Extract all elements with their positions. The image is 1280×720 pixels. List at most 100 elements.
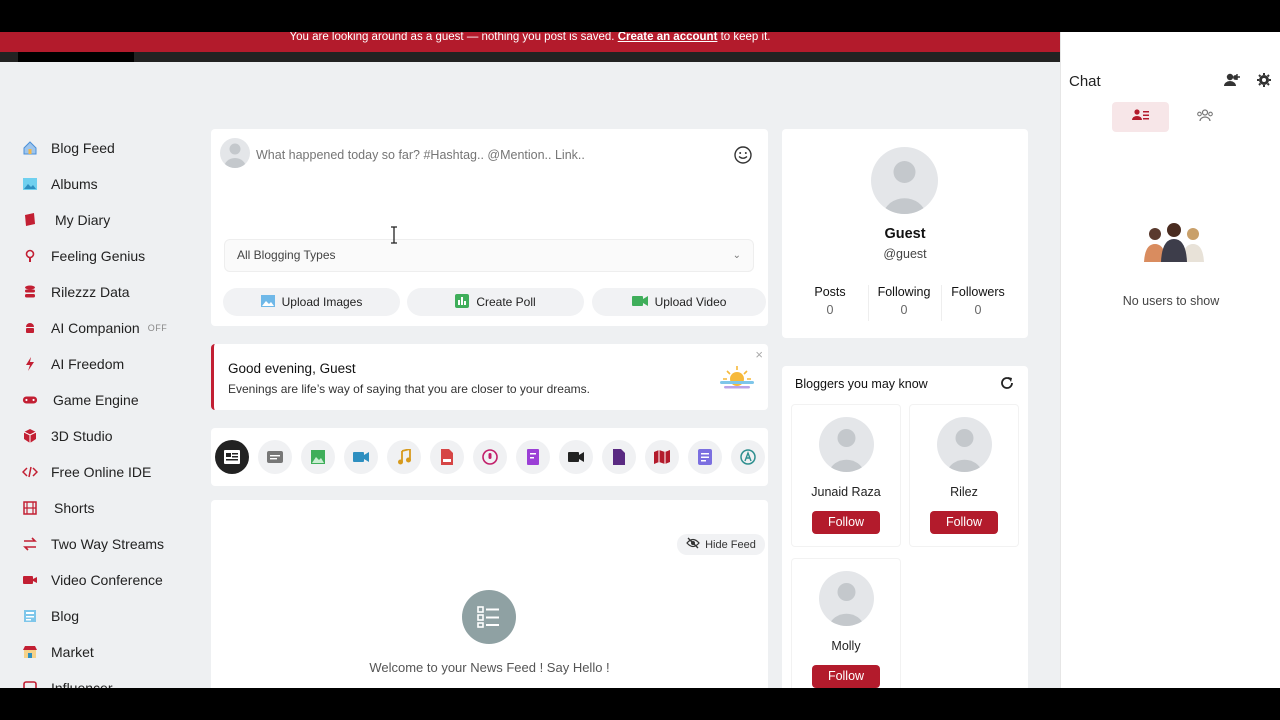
profile-handle: @guest <box>883 247 927 261</box>
tab-groups[interactable] <box>1176 102 1233 132</box>
audio-post-icon[interactable] <box>473 440 507 474</box>
stat-value: 0 <box>974 303 982 317</box>
profile-name: Guest <box>884 226 926 242</box>
contacts-icon <box>1131 108 1150 127</box>
upload-video-button[interactable]: Upload Video <box>592 288 766 316</box>
blogging-type-select[interactable]: All Blogging Types ⌄ <box>224 239 754 272</box>
pdf-post-icon[interactable] <box>430 440 464 474</box>
stat-following[interactable]: Following 0 <box>867 285 941 317</box>
clip-post-icon[interactable] <box>559 440 593 474</box>
sidebar-item-feeling-genius[interactable]: Feeling Genius <box>0 238 200 274</box>
bloggers-title: Bloggers you may know <box>795 377 928 391</box>
influencer-icon <box>22 680 38 688</box>
post-input[interactable] <box>256 145 716 165</box>
gamepad-icon <box>22 392 38 408</box>
avatar[interactable] <box>819 571 874 626</box>
top-header: You are looking around as a guest — noth… <box>0 32 1060 62</box>
sidebar-item-video-conference[interactable]: Video Conference <box>0 562 200 598</box>
sidebar-item-blog[interactable]: Blog <box>0 598 200 634</box>
news-feed: Welcome to your News Feed ! Say Hello ! <box>211 500 768 688</box>
blogger-card: Molly Follow <box>791 558 901 688</box>
avatar[interactable] <box>819 417 874 472</box>
stat-value: 0 <box>826 303 834 317</box>
sidebar-item-albums[interactable]: Albums <box>0 166 200 202</box>
stat-label: Following <box>877 285 931 299</box>
logo[interactable] <box>18 52 134 62</box>
follow-button[interactable]: Follow <box>930 511 998 534</box>
sidebar-item-label: Shorts <box>54 500 95 516</box>
blogger-name[interactable]: Rilez <box>910 485 1018 499</box>
sidebar-item-ai-freedom[interactable]: AI Freedom <box>0 346 200 382</box>
market-icon <box>22 644 38 660</box>
image-icon <box>260 294 275 311</box>
create-poll-button[interactable]: Create Poll <box>407 288 584 316</box>
sidebar-item-blog-feed[interactable]: Blog Feed <box>0 130 200 166</box>
eye-off-icon <box>686 537 700 552</box>
screen: You are looking around as a guest — noth… <box>0 0 1280 720</box>
refresh-icon[interactable] <box>1000 376 1016 392</box>
code-icon <box>22 464 38 480</box>
sidebar-item-rilezzz-data[interactable]: Rilezzz Data <box>0 274 200 310</box>
doc-post-icon[interactable] <box>516 440 550 474</box>
file-post-icon[interactable] <box>602 440 636 474</box>
follow-button[interactable]: Follow <box>812 511 880 534</box>
close-icon[interactable]: × <box>755 347 763 362</box>
upload-images-button[interactable]: Upload Images <box>223 288 400 316</box>
database-icon <box>22 284 38 300</box>
map-post-icon[interactable] <box>645 440 679 474</box>
article-post-icon[interactable] <box>688 440 722 474</box>
news-feed-icon <box>462 590 516 644</box>
post-type-filters <box>211 428 768 486</box>
upload-video-label: Upload Video <box>654 295 727 309</box>
gear-icon[interactable] <box>1256 72 1274 90</box>
hide-feed-button[interactable]: Hide Feed <box>677 534 765 555</box>
bulb-icon <box>22 248 38 264</box>
video-icon <box>631 295 648 310</box>
video-post-icon[interactable] <box>344 440 378 474</box>
film-icon <box>22 500 38 516</box>
emoji-icon[interactable] <box>733 145 753 165</box>
sidebar-item-label: Video Conference <box>51 572 163 588</box>
stat-posts[interactable]: Posts 0 <box>793 285 867 317</box>
sidebar: Blog Feed Albums My Diary Feeling Genius… <box>0 130 200 688</box>
music-post-icon[interactable] <box>387 440 421 474</box>
greeting-message: Evenings are life’s way of saying that y… <box>228 382 590 396</box>
arrows-icon <box>22 536 38 552</box>
sidebar-item-game-engine[interactable]: Game Engine <box>0 382 200 418</box>
ai-post-icon[interactable] <box>731 440 765 474</box>
add-user-icon[interactable] <box>1223 72 1241 90</box>
all-posts-icon[interactable] <box>215 440 249 474</box>
feed-welcome-message: Welcome to your News Feed ! Say Hello ! <box>369 660 610 675</box>
sidebar-item-market[interactable]: Market <box>0 634 200 670</box>
sidebar-item-ai-companion[interactable]: AI Companion OFF <box>0 310 200 346</box>
text-post-icon[interactable] <box>258 440 292 474</box>
sidebar-item-label: AI Companion <box>51 320 140 336</box>
sidebar-item-label: Two Way Streams <box>51 536 165 552</box>
sidebar-item-3d-studio[interactable]: 3D Studio <box>0 418 200 454</box>
image-post-icon[interactable] <box>301 440 335 474</box>
sidebar-item-influencer[interactable]: Influencer <box>0 670 200 688</box>
sidebar-item-my-diary[interactable]: My Diary <box>0 202 200 238</box>
follow-button[interactable]: Follow <box>812 665 880 688</box>
guest-banner: You are looking around as a guest — noth… <box>0 32 1060 52</box>
blogger-name[interactable]: Junaid Raza <box>792 485 900 499</box>
avatar[interactable] <box>871 147 938 214</box>
hide-feed-label: Hide Feed <box>705 538 756 551</box>
sidebar-item-label: My Diary <box>55 212 111 228</box>
sidebar-item-free-online-ide[interactable]: Free Online IDE <box>0 454 200 490</box>
chat-panel: Chat No users to show <box>1060 32 1280 688</box>
blogger-name[interactable]: Molly <box>792 639 900 653</box>
avatar[interactable] <box>937 417 992 472</box>
status-badge: OFF <box>147 323 168 333</box>
create-account-link[interactable]: Create an account <box>618 32 718 43</box>
greeting-title: Good evening, Guest <box>228 361 356 376</box>
upload-images-label: Upload Images <box>281 295 363 309</box>
tab-contacts[interactable] <box>1112 102 1169 132</box>
sidebar-item-label: 3D Studio <box>51 428 113 444</box>
camera-icon <box>22 572 38 588</box>
sidebar-item-shorts[interactable]: Shorts <box>0 490 200 526</box>
chat-empty-message: No users to show <box>1122 294 1220 308</box>
sidebar-item-two-way-streams[interactable]: Two Way Streams <box>0 526 200 562</box>
stat-followers[interactable]: Followers 0 <box>941 285 1015 317</box>
stat-value: 0 <box>900 303 908 317</box>
